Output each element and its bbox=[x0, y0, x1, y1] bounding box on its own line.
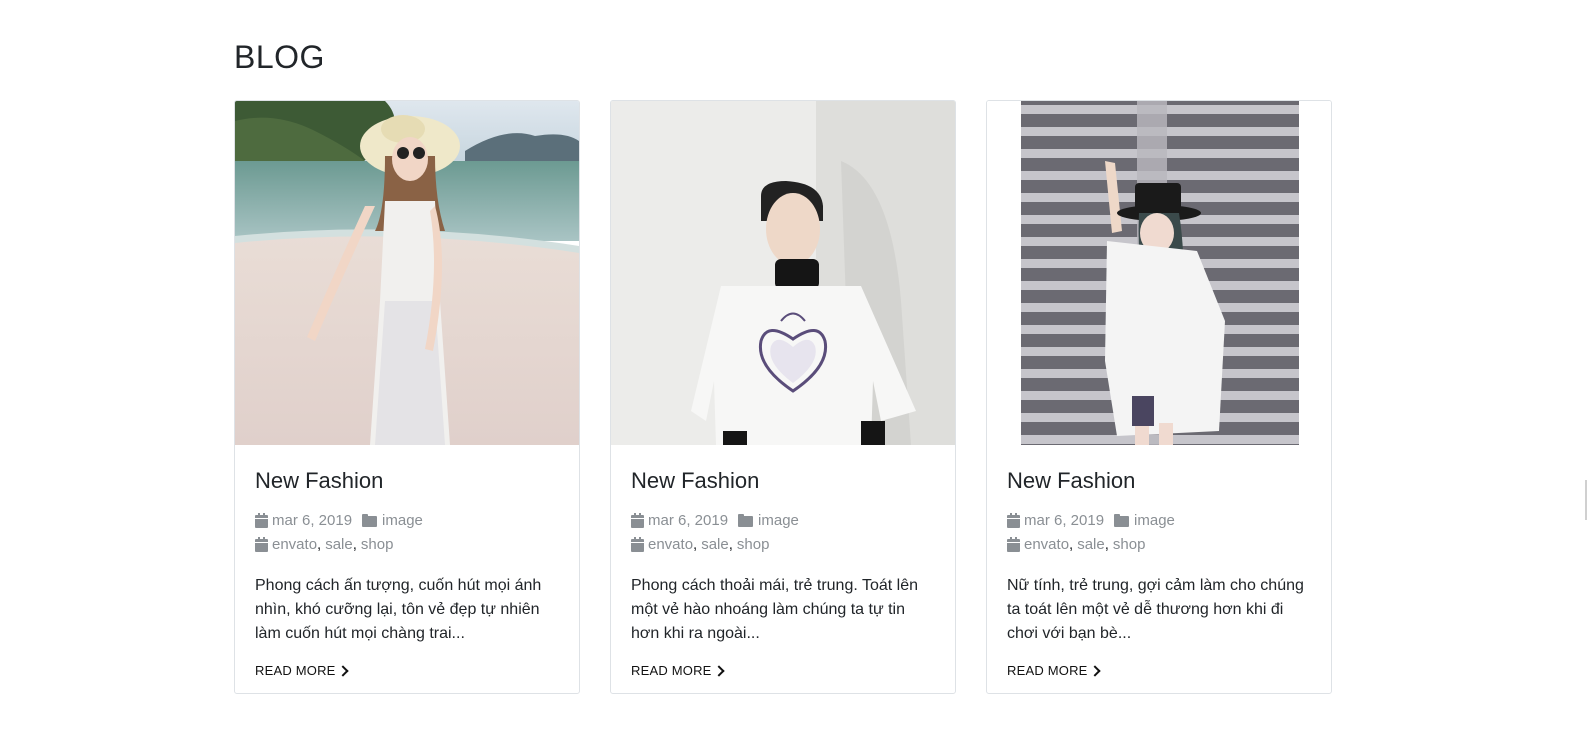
post-meta: mar 6, 2019 image envato, sale, shop bbox=[255, 509, 559, 557]
post-image[interactable] bbox=[987, 101, 1331, 445]
calendar-icon bbox=[255, 512, 268, 528]
folder-icon bbox=[738, 513, 754, 527]
post-category[interactable]: image bbox=[382, 509, 423, 533]
post-tag[interactable]: envato bbox=[1024, 533, 1069, 557]
post-tag[interactable]: sale bbox=[1077, 533, 1105, 557]
calendar-icon bbox=[1007, 536, 1020, 552]
post-tag[interactable]: sale bbox=[701, 533, 729, 557]
post-image[interactable] bbox=[611, 101, 955, 445]
calendar-icon bbox=[631, 512, 644, 528]
post-image[interactable] bbox=[235, 101, 579, 445]
blog-card: New Fashion mar 6, 2019 image envato, sa… bbox=[986, 100, 1332, 694]
post-meta: mar 6, 2019 image envato, sale, shop bbox=[631, 509, 935, 557]
post-tag[interactable]: envato bbox=[648, 533, 693, 557]
section-title: BLOG bbox=[234, 39, 325, 75]
folder-icon bbox=[362, 513, 378, 527]
calendar-icon bbox=[1007, 512, 1020, 528]
post-excerpt: Nữ tính, trẻ trung, gợi cảm làm cho chún… bbox=[1007, 577, 1304, 642]
post-tag[interactable]: envato bbox=[272, 533, 317, 557]
read-more-label: READ MORE bbox=[1007, 663, 1088, 678]
calendar-icon bbox=[631, 536, 644, 552]
chevron-right-icon bbox=[1088, 664, 1101, 677]
beach-woman-photo bbox=[235, 101, 579, 445]
chevron-right-icon bbox=[712, 664, 725, 677]
post-title[interactable]: New Fashion bbox=[1007, 465, 1311, 495]
post-date: mar 6, 2019 bbox=[272, 512, 353, 529]
read-more-link[interactable]: READ MORE bbox=[255, 663, 349, 678]
read-more-label: READ MORE bbox=[255, 663, 336, 678]
blog-section: BLOG New Fashion mar 6, 2019 image envat… bbox=[234, 0, 1332, 694]
post-date: mar 6, 2019 bbox=[1024, 512, 1105, 529]
post-title[interactable]: New Fashion bbox=[255, 465, 559, 495]
blog-card: New Fashion mar 6, 2019 image envato, sa… bbox=[234, 100, 580, 694]
calendar-icon bbox=[255, 536, 268, 552]
folder-icon bbox=[1114, 513, 1130, 527]
woman-hat-shutter-photo bbox=[987, 101, 1331, 445]
read-more-link[interactable]: READ MORE bbox=[1007, 663, 1101, 678]
read-more-label: READ MORE bbox=[631, 663, 712, 678]
post-tag[interactable]: sale bbox=[325, 533, 353, 557]
post-excerpt: Phong cách thoải mái, trẻ trung. Toát lê… bbox=[631, 577, 918, 642]
post-date: mar 6, 2019 bbox=[648, 512, 729, 529]
read-more-link[interactable]: READ MORE bbox=[631, 663, 725, 678]
man-tshirt-photo bbox=[611, 101, 955, 445]
post-category[interactable]: image bbox=[1134, 509, 1175, 533]
post-meta: mar 6, 2019 image envato, sale, shop bbox=[1007, 509, 1311, 557]
post-title[interactable]: New Fashion bbox=[631, 465, 935, 495]
blog-cards: New Fashion mar 6, 2019 image envato, sa… bbox=[234, 100, 1332, 694]
post-tag[interactable]: shop bbox=[361, 533, 394, 557]
post-category[interactable]: image bbox=[758, 509, 799, 533]
post-excerpt: Phong cách ấn tượng, cuốn hút mọi ánh nh… bbox=[255, 577, 542, 642]
post-tag[interactable]: shop bbox=[1113, 533, 1146, 557]
post-tag[interactable]: shop bbox=[737, 533, 770, 557]
chevron-right-icon bbox=[336, 664, 349, 677]
blog-card: New Fashion mar 6, 2019 image envato, sa… bbox=[610, 100, 956, 694]
